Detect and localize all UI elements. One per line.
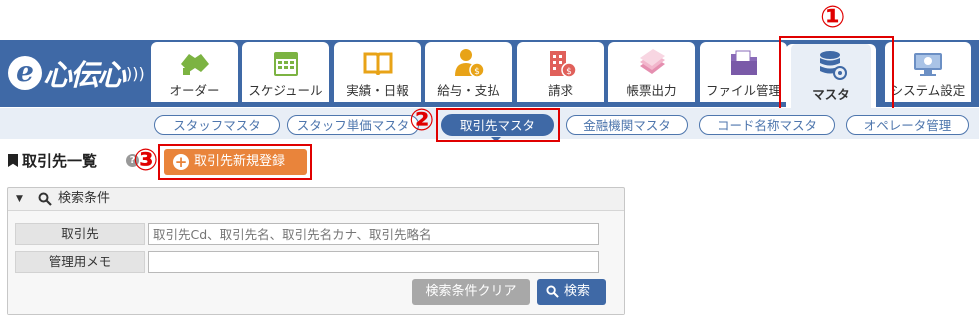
client-label: 取引先 <box>15 223 145 245</box>
tab-label: スケジュール <box>248 83 323 98</box>
logo-mark: e <box>8 56 42 90</box>
tab-results-report[interactable]: 実績・日報 <box>334 42 421 102</box>
search-panel-header[interactable]: ▼ 検索条件 <box>8 188 624 211</box>
search-button[interactable]: 検索 <box>537 279 606 305</box>
monitor-gear-icon <box>914 53 942 76</box>
search-icon <box>38 192 52 206</box>
tab-label: 帳票出力 <box>626 83 677 98</box>
tab-schedule[interactable]: スケジュール <box>242 42 329 102</box>
search-icon <box>546 285 559 298</box>
logo-text: 心伝心 <box>43 58 126 92</box>
subnav-code-name-master[interactable]: コード名称マスタ <box>699 115 835 135</box>
annotation-3: ③ <box>133 143 159 178</box>
annotation-2: ② <box>409 103 435 138</box>
tab-file-management[interactable]: ファイル管理 <box>700 42 787 102</box>
building-coin-icon: $ <box>549 51 577 78</box>
annotation-1: ① <box>820 0 846 35</box>
tab-label: ファイル管理 <box>705 83 781 98</box>
new-client-button[interactable]: + 取引先新規登録 <box>164 149 307 175</box>
tab-order[interactable]: オーダー <box>151 42 238 102</box>
bookmark-icon <box>8 154 18 167</box>
tab-billing[interactable]: $ 請求 <box>517 42 604 102</box>
subnav-staff-master[interactable]: スタッフマスタ <box>154 115 280 135</box>
tab-label: 請求 <box>547 83 573 98</box>
tab-label: システム設定 <box>890 83 966 98</box>
clear-conditions-button[interactable]: 検索条件クリア <box>412 279 530 305</box>
new-client-button-label: 取引先新規登録 <box>194 154 286 169</box>
collapse-toggle-icon[interactable]: ▼ <box>16 188 23 210</box>
client-search-input[interactable] <box>148 223 599 245</box>
search-panel-title: 検索条件 <box>58 191 111 206</box>
tab-system-settings[interactable]: システム設定 <box>885 42 971 102</box>
memo-label: 管理用メモ <box>15 251 145 273</box>
annotation-box-2 <box>436 108 560 142</box>
folder-icon <box>730 50 757 75</box>
tab-label: 給与・支払 <box>437 83 500 98</box>
page-title-text: 取引先一覧 <box>22 152 98 170</box>
subnav-staff-rate-master[interactable]: スタッフ単価マスタ <box>287 115 419 135</box>
app-logo[interactable]: e 心伝心 ))) <box>8 48 145 98</box>
person-coin-icon: $ <box>454 49 485 78</box>
subnav-operator-management[interactable]: オペレータ管理 <box>846 115 969 135</box>
svg-text:$: $ <box>566 67 572 77</box>
book-icon <box>363 52 392 76</box>
annotation-box-1 <box>779 36 894 111</box>
subnav-bank-master[interactable]: 金融機関マスタ <box>566 115 688 135</box>
tab-salary-payment[interactable]: $ 給与・支払 <box>425 42 512 102</box>
handshake-icon <box>180 54 209 75</box>
search-button-label: 検索 <box>564 284 591 299</box>
page-title: 取引先一覧 <box>8 150 97 171</box>
svg-text:$: $ <box>474 67 480 77</box>
papers-icon <box>639 49 665 74</box>
plus-icon: + <box>173 153 189 171</box>
tab-form-output[interactable]: 帳票出力 <box>608 42 695 102</box>
logo-swoosh-icon: ))) <box>126 63 145 83</box>
calendar-icon <box>273 52 298 76</box>
tab-label: オーダー <box>169 83 220 98</box>
tab-label: 実績・日報 <box>346 83 409 98</box>
memo-input[interactable] <box>148 251 599 273</box>
